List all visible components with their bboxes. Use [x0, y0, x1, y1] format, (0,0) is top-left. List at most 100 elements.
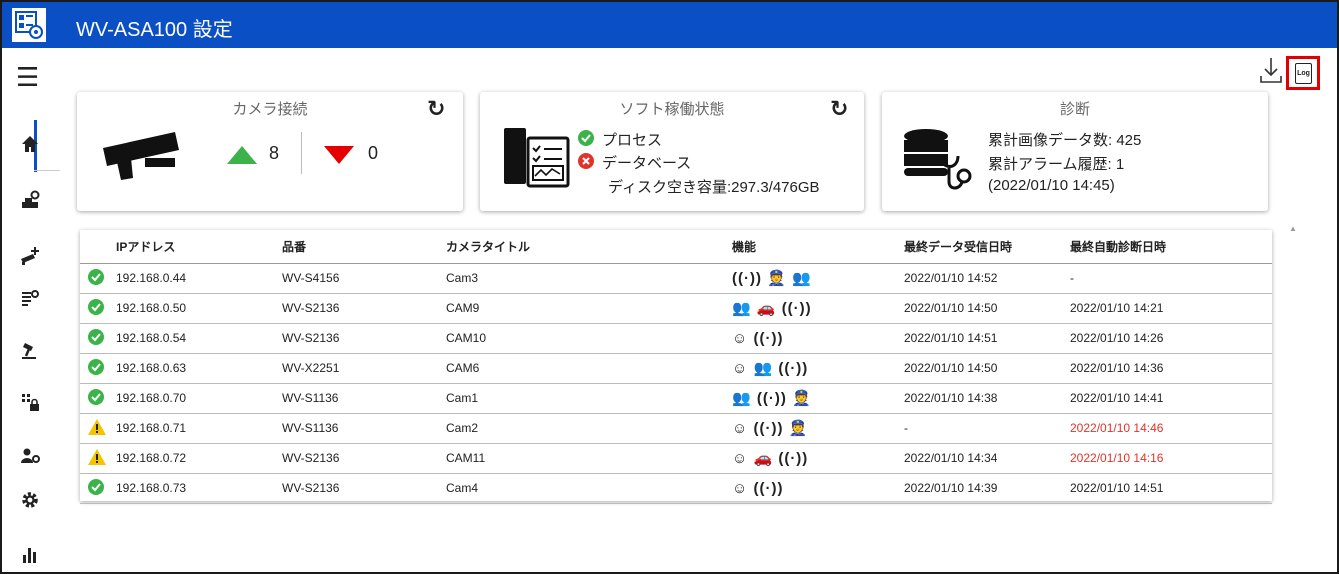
cell-last-diagnosis: 2022/01/10 14:26	[1070, 323, 1272, 354]
database-stethoscope-icon	[904, 129, 972, 190]
refresh-icon[interactable]: ↻	[830, 96, 848, 122]
scroll-up-icon[interactable]: ▲	[1289, 224, 1297, 233]
sidebar-item-settings[interactable]	[10, 482, 50, 518]
disk-space-label: ディスク空き容量:297.3/476GB	[608, 179, 820, 196]
cell-last-diagnosis: -	[1070, 263, 1272, 294]
sidebar-item-tool[interactable]	[10, 332, 50, 368]
cell-last-diagnosis: 2022/01/10 14:21	[1070, 293, 1272, 324]
sidebar-item-camera-settings[interactable]	[10, 182, 50, 218]
bar-chart-icon	[23, 548, 36, 563]
sidebar-item-statistics[interactable]	[10, 536, 50, 572]
hamburger-icon[interactable]: ☰	[16, 64, 39, 90]
cell-model: WV-S1136	[282, 413, 446, 444]
camera-add-icon	[21, 247, 39, 265]
table-body: 192.168.0.44 WV-S4156 Cam3 ((·)) 👮 👥 2022/01…	[80, 263, 1272, 504]
cell-model: WV-S2136	[282, 293, 446, 324]
user-gear-icon	[21, 448, 40, 463]
cell-ip: 192.168.0.71	[116, 413, 282, 444]
cell-model: WV-X2251	[282, 353, 446, 384]
status-ok-icon	[80, 263, 116, 294]
card-title: 診断	[1059, 101, 1090, 118]
cell-model: WV-S2136	[282, 473, 446, 504]
cell-last-received: 2022/01/10 14:52	[904, 263, 1070, 294]
sidebar-item-user-settings[interactable]	[10, 438, 50, 474]
cell-title: CAM10	[446, 323, 732, 354]
cell-functions: ☺ ((·)) 👮	[732, 413, 904, 444]
table-header-row: IPアドレス 品番 カメラタイトル 機能 最終データ受信日時 最終自動診断日時	[80, 230, 1272, 264]
software-status-card: ソフト稼働状態 ↻ プロセス データベース ディスク空き容量:297.3/476…	[480, 92, 864, 211]
table-row[interactable]: 192.168.0.72 WV-S2136 CAM11 ☺ 🚗 ((·)) 2022/0…	[80, 443, 1272, 474]
sidebar-item-home[interactable]	[10, 126, 50, 162]
diagnosis-card: 診断 累計画像データ数: 425 累計アラーム履歴: 1 (2022/01/10…	[882, 92, 1268, 211]
camera-icon	[103, 132, 179, 180]
cell-last-received: 2022/01/10 14:34	[904, 443, 1070, 474]
hammer-icon	[22, 343, 36, 359]
table-row[interactable]: 192.168.0.70 WV-S1136 Cam1 👥 ((·)) 👮 2022/01…	[80, 383, 1272, 414]
header-title[interactable]: カメラタイトル	[446, 230, 732, 264]
diagnosis-timestamp: (2022/01/10 14:45)	[988, 177, 1115, 194]
log-icon: Log	[1295, 63, 1312, 84]
process-ok-icon	[578, 130, 594, 146]
card-title: ソフト稼働状態	[619, 101, 725, 118]
cell-functions: ☺ ((·))	[732, 323, 904, 354]
status-ok-icon	[80, 323, 116, 354]
cell-functions: 👥 ((·)) 👮	[732, 383, 904, 414]
cell-last-diagnosis: 2022/01/10 14:41	[1070, 383, 1272, 414]
cell-title: Cam2	[446, 413, 732, 444]
cell-functions: ((·)) 👮 👥	[732, 263, 904, 294]
cell-last-received: 2022/01/10 14:50	[904, 353, 1070, 384]
cell-model: WV-S4156	[282, 263, 446, 294]
cell-model: WV-S2136	[282, 443, 446, 474]
sidebar-item-grid-lock[interactable]	[10, 384, 50, 420]
database-label: データベース	[602, 155, 692, 172]
table-row[interactable]: 192.168.0.44 WV-S4156 Cam3 ((·)) 👮 👥 2022/01…	[80, 263, 1272, 294]
log-button[interactable]: Log	[1286, 56, 1320, 90]
cell-functions: 👥 🚗 ((·))	[732, 293, 904, 324]
app-window: WV-ASA100 設定 ☰ Log カメラ接続 ↻ 8 0 ソフト稼働状態 ↻…	[0, 0, 1339, 574]
cell-last-received: 2022/01/10 14:39	[904, 473, 1070, 504]
table-row[interactable]: 192.168.0.50 WV-S2136 CAM9 👥 🚗 ((·)) 2022/01…	[80, 293, 1272, 324]
cell-ip: 192.168.0.72	[116, 443, 282, 474]
table-row[interactable]: 192.168.0.54 WV-S2136 CAM10 ☺ ((·)) 2022/01/…	[80, 323, 1272, 354]
cell-title: CAM11	[446, 443, 732, 474]
cell-ip: 192.168.0.54	[116, 323, 282, 354]
header-last-diagnosis[interactable]: 最終自動診断日時	[1070, 230, 1272, 264]
refresh-icon[interactable]: ↻	[427, 96, 445, 122]
home-icon	[22, 136, 38, 152]
app-logo-icon	[12, 8, 46, 42]
cell-last-diagnosis: 2022/01/10 14:46	[1070, 413, 1272, 444]
sidebar-item-camera-add[interactable]	[10, 238, 50, 274]
status-ok-icon	[80, 473, 116, 504]
cell-last-diagnosis: 2022/01/10 14:16	[1070, 443, 1272, 474]
camera-table: IPアドレス 品番 カメラタイトル 機能 最終データ受信日時 最終自動診断日時 …	[80, 230, 1272, 504]
server-document-icon	[504, 128, 570, 188]
cell-ip: 192.168.0.50	[116, 293, 282, 324]
table-row[interactable]: 192.168.0.71 WV-S1136 Cam2 ☺ ((·)) 👮 -2022/0…	[80, 413, 1272, 444]
divider	[301, 132, 302, 174]
alarm-history: 累計アラーム履歴: 1	[988, 156, 1125, 173]
cell-last-diagnosis: 2022/01/10 14:51	[1070, 473, 1272, 504]
header-last-received[interactable]: 最終データ受信日時	[904, 230, 1070, 264]
camera-table-grid: IPアドレス 品番 カメラタイトル 機能 最終データ受信日時 最終自動診断日時 …	[80, 230, 1272, 504]
disconnected-down-icon	[324, 146, 354, 164]
sidebar-divider	[34, 170, 60, 171]
table-row[interactable]: 192.168.0.73 WV-S2136 Cam4 ☺ ((·)) 2022/01/1…	[80, 473, 1272, 504]
status-ok-icon	[80, 383, 116, 414]
status-ok-icon	[80, 293, 116, 324]
header-ip[interactable]: IPアドレス	[116, 230, 282, 264]
cell-title: Cam4	[446, 473, 732, 504]
cell-functions: ☺ ((·))	[732, 473, 904, 504]
cell-ip: 192.168.0.73	[116, 473, 282, 504]
cell-title: CAM6	[446, 353, 732, 384]
sidebar-item-list-settings[interactable]	[10, 280, 50, 316]
camera-connection-card: カメラ接続 ↻ 8 0	[77, 92, 463, 211]
cell-functions: ☺ 🚗 ((·))	[732, 443, 904, 474]
download-icon[interactable]	[1258, 56, 1284, 86]
cell-functions: ☺ 👥 ((·))	[732, 353, 904, 384]
cell-last-received: 2022/01/10 14:50	[904, 293, 1070, 324]
header-function[interactable]: 機能	[732, 230, 904, 264]
header-model[interactable]: 品番	[282, 230, 446, 264]
disconnected-count: 0	[368, 143, 379, 163]
cell-title: CAM9	[446, 293, 732, 324]
table-row[interactable]: 192.168.0.63 WV-X2251 CAM6 ☺ 👥 ((·)) 2022/01…	[80, 353, 1272, 384]
